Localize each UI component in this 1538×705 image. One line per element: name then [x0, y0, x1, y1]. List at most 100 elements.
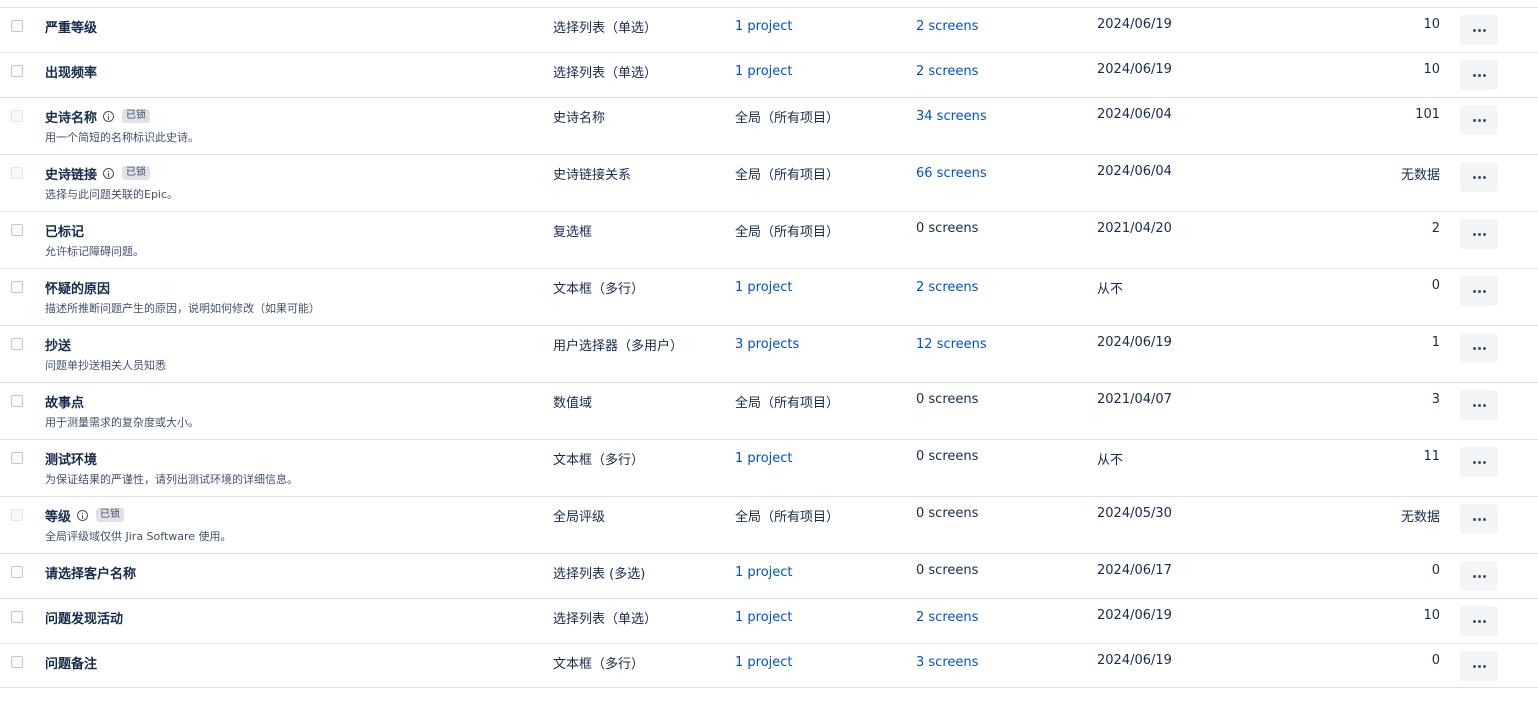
- field-type: 全局评级: [553, 510, 606, 525]
- more-actions-button[interactable]: [1460, 105, 1498, 135]
- field-name-line: 严重等级: [45, 17, 97, 36]
- info-icon[interactable]: [103, 110, 115, 122]
- locked-badge: 已锁: [96, 508, 125, 522]
- issue-count: 1: [1431, 335, 1440, 350]
- screens-text: 0 screens: [916, 449, 979, 464]
- row-select-checkbox[interactable]: [11, 281, 23, 293]
- more-actions-icon: [1472, 28, 1476, 32]
- row-select-checkbox[interactable]: [11, 452, 23, 464]
- field-name-cell: 史诗链接 已锁 选择与此问题关联的Epic。: [45, 164, 178, 202]
- more-actions-button[interactable]: [1460, 60, 1498, 90]
- field-type: 史诗链接关系: [553, 168, 632, 183]
- more-actions-button[interactable]: [1460, 276, 1498, 306]
- more-actions-button[interactable]: [1460, 162, 1498, 192]
- screens-text: 0 screens: [916, 221, 979, 236]
- context-text: 全局（所有项目）: [735, 225, 840, 240]
- table-row: 严重等级 选择列表（单选） 1 project 2 screens 2024/06/19…: [0, 7, 1538, 52]
- info-icon[interactable]: [77, 509, 89, 521]
- issue-count: 2: [1431, 221, 1440, 236]
- field-name-cell: 问题发现活动: [45, 608, 123, 627]
- screens-link[interactable]: 2 screens: [916, 610, 978, 625]
- field-type: 数值域: [553, 396, 593, 411]
- more-actions-button[interactable]: [1460, 333, 1498, 363]
- table-row: 问题备注 文本框（多行） 1 project 3 screens 2024/06/19 0: [0, 643, 1538, 688]
- field-name-line: 等级 已锁: [45, 506, 232, 525]
- custom-fields-table: 严重等级 选择列表（单选） 1 project 2 screens 2024/06/19…: [0, 7, 1538, 688]
- field-name: 已标记: [45, 224, 85, 240]
- context-link[interactable]: 1 project: [735, 565, 793, 580]
- more-actions-icon: [1472, 517, 1476, 521]
- screens-link[interactable]: 2 screens: [916, 280, 978, 295]
- row-select-checkbox[interactable]: [11, 65, 23, 77]
- more-actions-icon: [1482, 346, 1486, 350]
- issue-count: 10: [1423, 17, 1440, 32]
- more-actions-button[interactable]: [1460, 219, 1498, 249]
- last-used-date: 2021/04/20: [1097, 221, 1172, 236]
- last-used-date: 2024/06/19: [1097, 62, 1172, 77]
- field-name-line: 已标记: [45, 221, 144, 240]
- row-select-checkbox: [11, 167, 23, 179]
- more-actions-icon: [1477, 403, 1481, 407]
- context-text: 全局（所有项目）: [735, 168, 840, 183]
- table-row: 请选择客户名称 选择列表 (多选) 1 project 0 screens 2024/0…: [0, 553, 1538, 598]
- info-icon[interactable]: [103, 167, 115, 179]
- table-row: 测试环境 为保证结果的严谨性，请列出测试环境的详细信息。 文本框（多行） 1 proj…: [0, 439, 1538, 496]
- issue-count: 3: [1431, 392, 1440, 407]
- field-name-cell: 严重等级: [45, 17, 97, 36]
- more-actions-button[interactable]: [1460, 651, 1498, 681]
- more-actions-button[interactable]: [1460, 504, 1498, 534]
- context-text: 全局（所有项目）: [735, 111, 840, 126]
- context-link[interactable]: 3 projects: [735, 337, 799, 352]
- screens-link[interactable]: 3 screens: [916, 655, 978, 670]
- more-actions-button[interactable]: [1460, 390, 1498, 420]
- context-link[interactable]: 1 project: [735, 64, 793, 79]
- issue-count: 101: [1415, 107, 1440, 122]
- field-name-line: 测试环境: [45, 449, 298, 468]
- field-name: 故事点: [45, 395, 85, 411]
- more-actions-icon: [1482, 175, 1486, 179]
- more-actions-icon: [1482, 619, 1486, 623]
- screens-link[interactable]: 34 screens: [916, 109, 987, 124]
- context-link[interactable]: 1 project: [735, 19, 793, 34]
- more-actions-button[interactable]: [1460, 15, 1498, 45]
- field-name-cell: 史诗名称 已锁 用一个简短的名称标识此史诗。: [45, 107, 199, 145]
- row-select-checkbox[interactable]: [11, 395, 23, 407]
- more-actions-icon: [1482, 289, 1486, 293]
- locked-badge: 已锁: [122, 109, 151, 123]
- context-link[interactable]: 1 project: [735, 451, 793, 466]
- screens-text: 0 screens: [916, 392, 979, 407]
- more-actions-icon: [1472, 619, 1476, 623]
- screens-link[interactable]: 2 screens: [916, 19, 978, 34]
- row-select-checkbox[interactable]: [11, 20, 23, 32]
- field-type: 选择列表（单选）: [553, 21, 658, 36]
- more-actions-button[interactable]: [1460, 606, 1498, 636]
- field-description: 允许标记障碍问题。: [45, 245, 144, 258]
- more-actions-icon: [1482, 73, 1486, 77]
- row-select-checkbox[interactable]: [11, 611, 23, 623]
- screens-text: 0 screens: [916, 563, 979, 578]
- row-select-checkbox[interactable]: [11, 566, 23, 578]
- field-description: 全局评级域仅供 Jira Software 使用。: [45, 530, 232, 543]
- row-select-checkbox[interactable]: [11, 338, 23, 350]
- screens-text: 0 screens: [916, 506, 979, 521]
- more-actions-button[interactable]: [1460, 561, 1498, 591]
- row-select-checkbox[interactable]: [11, 656, 23, 668]
- more-actions-icon: [1477, 289, 1481, 293]
- context-link[interactable]: 1 project: [735, 655, 793, 670]
- screens-link[interactable]: 66 screens: [916, 166, 987, 181]
- row-select-checkbox: [11, 509, 23, 521]
- issue-count: 无数据: [1400, 510, 1440, 525]
- screens-link[interactable]: 2 screens: [916, 64, 978, 79]
- more-actions-icon: [1482, 574, 1486, 578]
- issue-count: 无数据: [1400, 168, 1440, 183]
- screens-link[interactable]: 12 screens: [916, 337, 987, 352]
- more-actions-button[interactable]: [1460, 447, 1498, 477]
- row-select-checkbox[interactable]: [11, 224, 23, 236]
- more-actions-icon: [1477, 232, 1481, 236]
- more-actions-icon: [1472, 664, 1476, 668]
- context-link[interactable]: 1 project: [735, 280, 793, 295]
- field-name: 抄送: [45, 338, 72, 354]
- context-link[interactable]: 1 project: [735, 610, 793, 625]
- issue-count: 0: [1431, 563, 1440, 578]
- more-actions-icon: [1477, 460, 1481, 464]
